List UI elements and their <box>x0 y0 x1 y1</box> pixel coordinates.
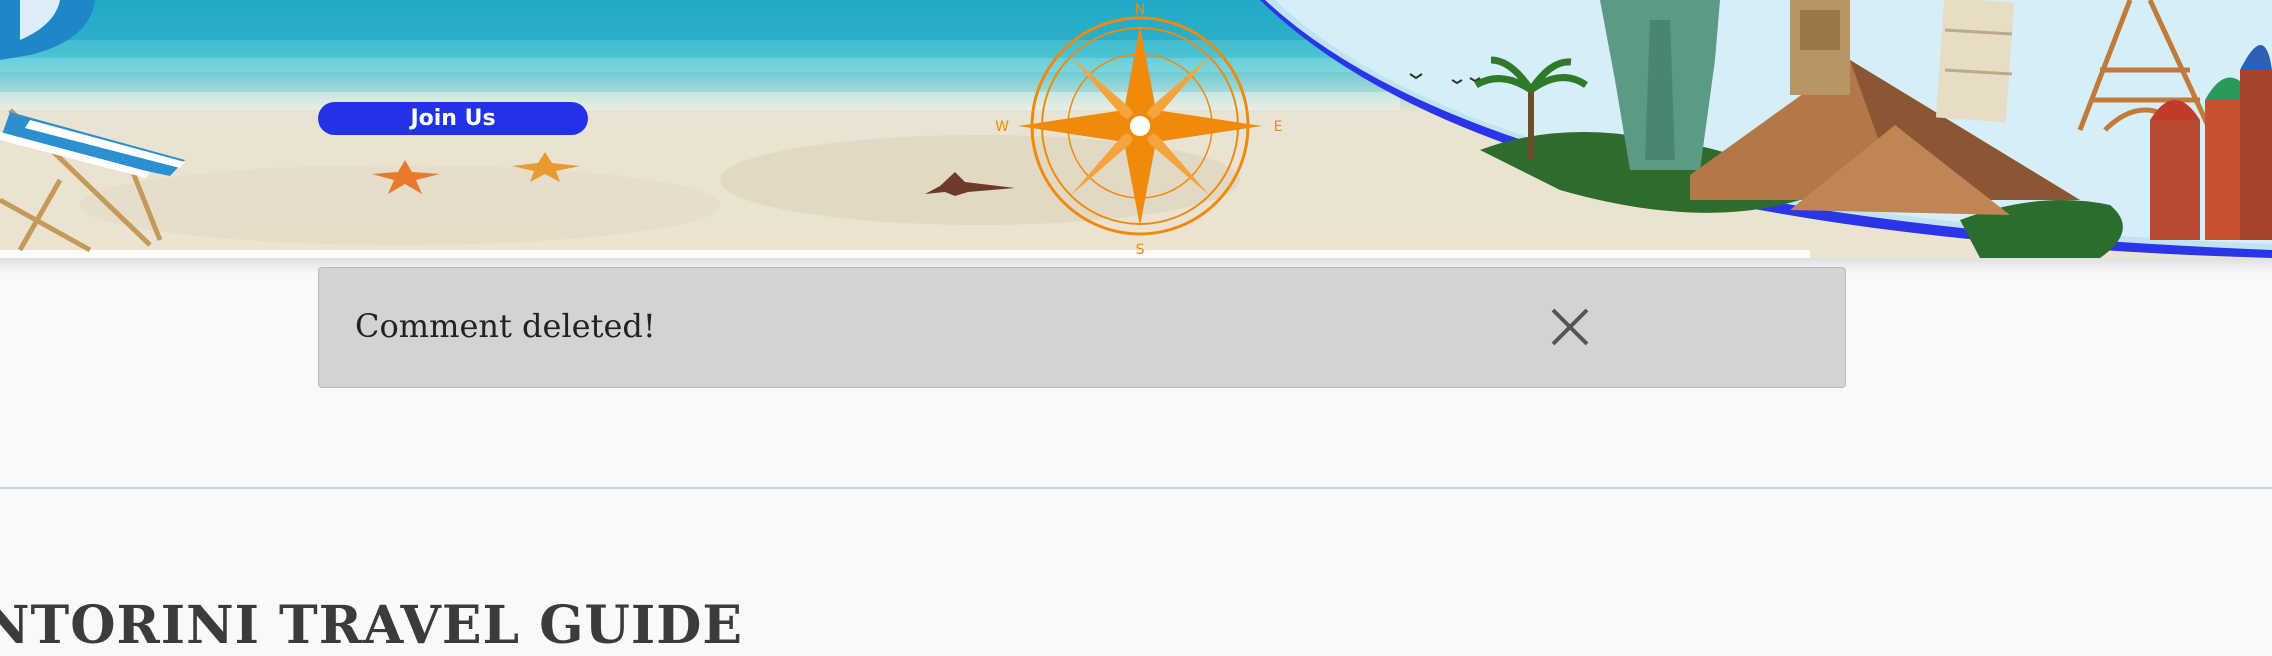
big-ben-icon <box>1790 0 1850 95</box>
compass-west-label: W <box>995 119 1009 135</box>
close-icon[interactable] <box>1551 308 1589 346</box>
compass-north-label: N <box>1135 2 1145 18</box>
compass-east-label: E <box>1274 119 1283 135</box>
section-divider <box>0 487 2272 489</box>
header-banner: N S E W Join Us <box>0 0 2272 258</box>
beach-chair-fabric-icon <box>0 112 185 178</box>
alert-banner: Comment deleted! <box>318 267 1846 388</box>
page-title: NTORINI TRAVEL GUIDE <box>0 595 743 656</box>
join-us-button[interactable]: Join Us <box>318 102 588 135</box>
leaning-tower-icon <box>1935 0 2015 123</box>
alert-message: Comment deleted! <box>355 307 656 345</box>
compass-south-label: S <box>1136 242 1145 258</box>
